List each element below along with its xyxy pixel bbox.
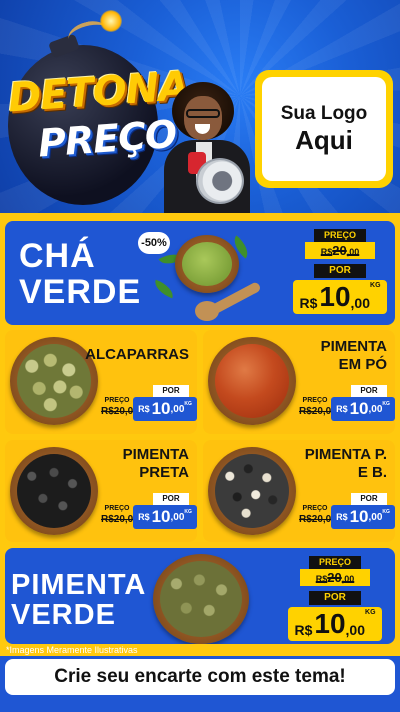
product-card-alcaparras[interactable]: ALCAPARRAS PREÇO R$20,00 POR R$ 10 ,00 K… (5, 330, 197, 434)
header-banner: DETONA PREÇO Sua Logo Aqui (0, 0, 400, 213)
megaphone-icon (188, 148, 244, 208)
spark-icon (100, 10, 122, 32)
product-card-cha-verde[interactable]: CHÁ VERDE PREÇO R$20,00 POR R$ 10 ,00 KG (5, 221, 395, 325)
price-tag: PREÇO R$20,00 POR R$ 10 ,00 KG (288, 556, 382, 641)
product-image-pimenta-verde (153, 554, 249, 644)
product-image-matcha (175, 235, 239, 293)
spoon-head-icon (195, 301, 219, 321)
new-price: R$ 10 ,00 KG (293, 280, 387, 314)
price-label: PREÇO (314, 229, 366, 242)
disclaimer-text: *Imagens Meramente Ilustrativas (6, 645, 138, 655)
product-name: PIMENTA P. E B. (304, 446, 387, 481)
product-card-pimenta-verde[interactable]: PIMENTA VERDE PREÇO R$20,00 POR R$ 10 ,0… (5, 548, 395, 644)
old-price: R$20,00 (300, 569, 370, 586)
title-preco: PREÇO (36, 111, 178, 166)
new-price: R$ 10 ,00 KG (288, 607, 382, 641)
logo-text-line2: Aqui (295, 124, 353, 155)
logo-placeholder[interactable]: Sua Logo Aqui (255, 70, 393, 188)
product-card-pimenta-preta[interactable]: PIMENTA PRETA PREÇO R$20,00 POR R$ 10 ,0… (5, 440, 197, 542)
old-price: R$20,00 (305, 242, 375, 259)
price-tag: PREÇO R$20,00 POR R$ 10 ,00 KG (101, 385, 197, 423)
price-tag: PREÇO R$20,00 POR R$ 10 ,00 KG (101, 493, 197, 531)
product-name: PIMENTA VERDE (11, 569, 147, 632)
product-name: ALCAPARRAS (85, 346, 189, 363)
price-tag: PREÇO R$20,00 POR R$ 10 ,00 KG (299, 493, 395, 531)
price-tag: PREÇO R$20,00 POR R$ 10 ,00 KG (299, 385, 395, 423)
product-name: PIMENTA PRETA (122, 446, 189, 481)
discount-badge: -50% (138, 232, 170, 254)
price-tag: PREÇO R$20,00 POR R$ 10 ,00 KG (293, 229, 387, 314)
product-card-pimenta-em-po[interactable]: PIMENTA EM PÓ PREÇO R$20,00 POR R$ 10 ,0… (203, 330, 395, 434)
product-image-pimenta-p-e-b (208, 447, 296, 535)
product-image-pimenta-preta (10, 447, 98, 535)
logo-text-line1: Sua Logo (280, 102, 368, 124)
footer-bar: Crie seu encarte com este tema! (0, 656, 400, 712)
price-label: PREÇO (309, 556, 361, 569)
por-label: POR (314, 264, 366, 278)
por-label: POR (309, 591, 361, 605)
product-image-pimenta-em-po (208, 337, 296, 425)
cta-button[interactable]: Crie seu encarte com este tema! (5, 659, 395, 695)
product-card-pimenta-p-e-b[interactable]: PIMENTA P. E B. PREÇO R$20,00 POR R$ 10 … (203, 440, 395, 542)
product-name: CHÁ VERDE (19, 237, 142, 311)
product-name: PIMENTA EM PÓ (320, 338, 387, 373)
